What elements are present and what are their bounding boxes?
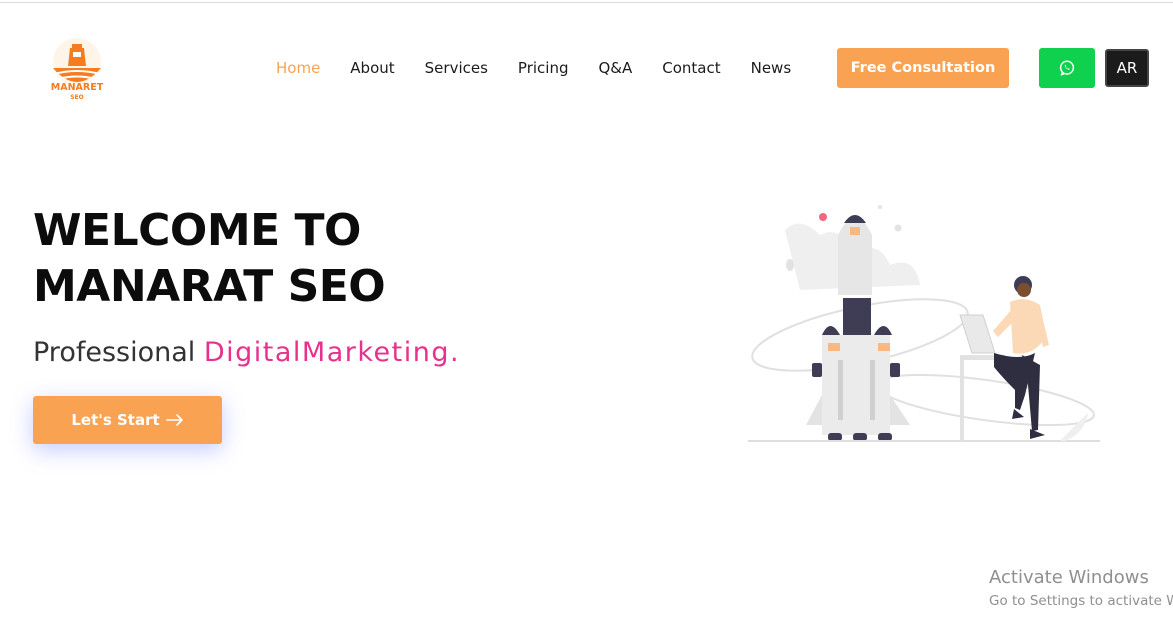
- nav-home[interactable]: Home: [276, 56, 320, 80]
- windows-activation-watermark: Activate Windows Go to Settings to activ…: [989, 567, 1173, 611]
- hero-subtitle-accent: DigitalMarketing.: [203, 337, 461, 368]
- lighthouse-logo-icon: MANARET SEO: [51, 38, 104, 101]
- logo-subtext: SEO: [70, 94, 84, 101]
- main-nav: Home About Services Pricing Q&A Contact …: [276, 56, 791, 80]
- free-consultation-button[interactable]: Free Consultation: [837, 48, 1009, 88]
- logo-text: MANARET: [51, 82, 104, 93]
- hero-subtitle-prefix: Professional: [33, 337, 196, 368]
- arrow-right-icon: [165, 414, 183, 426]
- whatsapp-button[interactable]: [1039, 48, 1095, 88]
- nav-pricing[interactable]: Pricing: [518, 56, 569, 80]
- watermark-title: Activate Windows: [989, 567, 1149, 588]
- nav-qa[interactable]: Q&A: [598, 56, 632, 80]
- logo[interactable]: MANARET SEO: [34, 30, 120, 106]
- hero-title-line2: MANARAT SEO: [33, 261, 386, 312]
- lets-start-label: Let's Start: [71, 411, 160, 429]
- lets-start-button[interactable]: Let's Start: [33, 396, 222, 444]
- watermark-subtitle: Go to Settings to activate Windows.: [989, 593, 1173, 609]
- hero-subtitle: Professional DigitalMarketing.: [33, 333, 460, 373]
- rocket-launch-illustration: [740, 195, 1110, 450]
- top-divider: [0, 2, 1173, 3]
- nav-contact[interactable]: Contact: [662, 56, 720, 80]
- nav-services[interactable]: Services: [425, 56, 488, 80]
- hero-title: WELCOME TO MANARAT SEO: [33, 203, 386, 315]
- hero-title-line1: WELCOME TO: [33, 205, 361, 256]
- whatsapp-icon: [1059, 60, 1075, 76]
- language-toggle-button[interactable]: AR: [1105, 49, 1149, 87]
- nav-about[interactable]: About: [350, 56, 394, 80]
- nav-news[interactable]: News: [751, 56, 792, 80]
